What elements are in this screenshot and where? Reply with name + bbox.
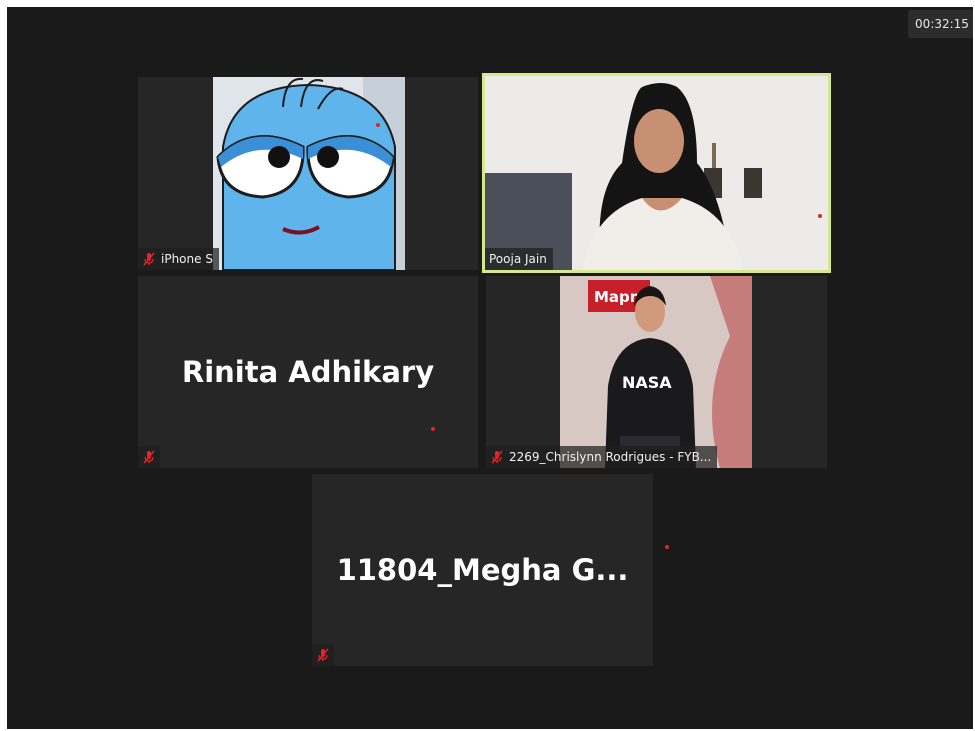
participant-tile-iphone-s[interactable]: iPhone S <box>138 77 478 270</box>
meeting-timer: 00:32:15 <box>908 10 973 38</box>
recording-indicator <box>431 427 435 431</box>
mic-off-icon <box>143 450 155 464</box>
participant-name: iPhone S <box>161 252 213 266</box>
participant-display-name: Rinita Adhikary <box>181 355 435 389</box>
mic-off-icon <box>317 648 329 662</box>
participant-name: 2269_Chrislynn Rodrigues - FYB... <box>509 450 712 464</box>
meeting-window: 00:32:15 iPhone S Pooja Jain Rinita Adhi… <box>7 7 973 729</box>
participant-name-tag: iPhone S <box>138 248 219 270</box>
participant-name: Pooja Jain <box>489 252 547 266</box>
svg-text:NASA: NASA <box>622 373 672 392</box>
participant-tile-pooja-jain[interactable]: Pooja Jain <box>482 73 831 273</box>
participant-name-tag: Pooja Jain <box>485 248 553 270</box>
mic-off-icon <box>491 450 503 464</box>
mute-indicator <box>138 446 160 468</box>
participant-display-name: 11804_Megha G... <box>336 553 629 587</box>
participant-name-tag: 2269_Chrislynn Rodrigues - FYB... <box>486 446 718 468</box>
participant-video: Mapro NASA <box>560 276 752 468</box>
recording-indicator <box>376 123 380 127</box>
cartoon-bird-avatar-icon <box>213 77 405 270</box>
participant-video-avatar <box>213 77 405 270</box>
participant-tile-rinita-adhikary[interactable]: Rinita Adhikary <box>138 276 478 468</box>
webcam-feed-icon: Mapro NASA <box>560 276 752 468</box>
recording-indicator <box>665 545 669 549</box>
participant-tile-megha[interactable]: 11804_Megha G... <box>312 474 653 666</box>
participant-video <box>482 73 831 273</box>
webcam-feed-icon <box>482 73 831 273</box>
mute-indicator <box>312 644 334 666</box>
mic-off-icon <box>143 252 155 266</box>
participant-tile-chrislynn-rodrigues[interactable]: Mapro NASA 2269_Chrislynn Rodrigues - FY… <box>486 276 827 468</box>
recording-indicator <box>818 214 822 218</box>
